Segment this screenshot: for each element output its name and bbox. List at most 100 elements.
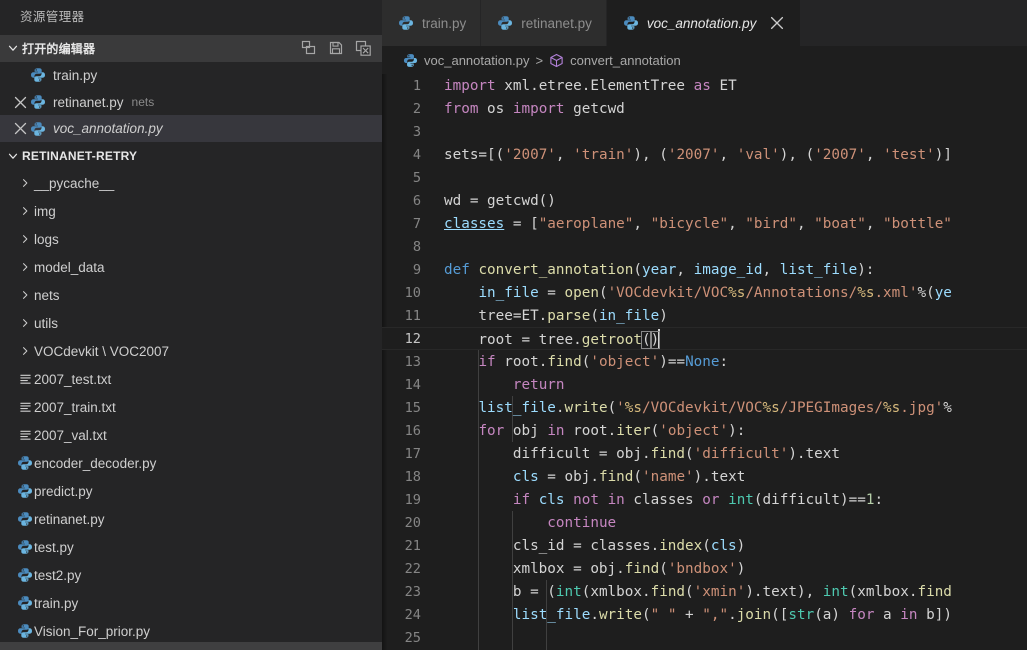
code-line: 8 [382,235,1027,258]
python-file-icon [16,455,34,471]
chevron-right-icon [16,345,34,357]
code-line: 25 [382,626,1027,649]
line-number: 3 [412,123,421,140]
tree-row[interactable]: retinanet.py [0,505,382,533]
breadcrumb-symbol-label: convert_annotation [570,52,681,68]
tree-item-label: 2007_train.txt [34,399,116,415]
file-tree: __pycache__ img logs model_data nets uti… [0,169,382,643]
code-editor[interactable]: 1 import xml.etree.ElementTree as ET 2 f… [382,74,1027,650]
python-file-icon [30,67,46,83]
tab-bar-empty-space [801,0,1027,46]
new-untitled-file-icon[interactable] [301,40,318,57]
save-all-icon[interactable] [328,40,345,57]
tree-item-label: img [34,203,56,219]
open-editor-row-voc-annotation[interactable]: voc_annotation.py [0,115,382,143]
line-content: cls = obj.find('name').text [512,468,746,485]
open-editor-description: nets [131,95,155,110]
tree-row[interactable]: test.py [0,533,382,561]
tree-row[interactable]: predict.py [0,477,382,505]
tree-item-label: 2007_val.txt [34,427,107,443]
tab-label: voc_annotation.py [646,15,757,31]
tree-item-label: utils [34,315,59,331]
line-number: 7 [412,215,421,232]
code-line: 1 import xml.etree.ElementTree as ET [382,74,1027,97]
close-icon[interactable] [10,122,30,135]
tree-row[interactable]: utils [0,309,382,337]
tree-row[interactable]: model_data [0,253,382,281]
chevron-down-icon [4,147,22,165]
line-content: continue [547,514,617,531]
close-all-editors-icon[interactable] [355,40,372,57]
line-content: xmlbox = obj.find('bndbox') [444,560,746,577]
open-editors-label: 打开的编辑器 [22,41,96,56]
code-line: 24 list_file.write(" " + ",".join([str(a… [382,603,1027,626]
chevron-right-icon [16,261,34,273]
open-editor-row-retinanet[interactable]: retinanet.py nets [0,89,382,116]
line-number: 19 [404,491,421,508]
chevron-right-icon [16,177,34,189]
tree-item-label: predict.py [34,483,93,499]
tree-row[interactable]: encoder_decoder.py [0,449,382,477]
editor-tab-bar: train.py retinanet.py voc_annotation.py [382,0,1027,46]
code-line: 3 [382,120,1027,143]
tab-label: train.py [422,15,467,31]
tree-row[interactable]: train.py [0,589,382,617]
line-number: 21 [404,537,421,554]
tab-retinanet-py[interactable]: retinanet.py [481,0,607,46]
tree-row[interactable]: __pycache__ [0,169,382,197]
line-content: in_file = open('VOCdevkit/VOC%s/Annotati… [478,284,952,301]
tree-row[interactable]: nets [0,281,382,309]
tree-row[interactable]: VOCdevkit \ VOC2007 [0,337,382,365]
close-icon[interactable] [768,14,786,32]
tree-item-label: logs [34,231,59,247]
python-file-icon [16,595,34,611]
line-number: 20 [404,514,421,531]
tree-item-label: retinanet.py [34,511,105,527]
sidebar-bottom-bar [0,642,382,650]
tree-row[interactable]: 2007_test.txt [0,365,382,393]
line-number: 10 [404,284,421,301]
code-line: 9 def convert_annotation(year, image_id,… [382,258,1027,281]
tree-row[interactable]: 2007_train.txt [0,393,382,421]
line-content: if root.find('object')==None: [478,353,729,370]
line-number: 8 [412,238,421,255]
line-number: 2 [412,100,421,117]
tree-row[interactable]: Vision_For_prior.py [0,617,382,642]
code-line: 5 [382,166,1027,189]
line-content: sets=[('2007', 'train'), ('2007', 'val')… [444,146,952,163]
chevron-right-icon [16,289,34,301]
open-editor-row-train[interactable]: train.py [0,62,382,89]
tree-row[interactable]: logs [0,225,382,253]
tree-row[interactable]: test2.py [0,561,382,589]
tree-row[interactable]: img [0,197,382,225]
line-number: 18 [404,468,421,485]
code-line: 2 from os import getcwd [382,97,1027,120]
symbol-method-icon [549,53,564,68]
open-editor-name: retinanet.py [53,94,124,110]
breadcrumb-file[interactable]: voc_annotation.py [403,53,530,68]
project-section-header[interactable]: RETINANET-RETRY [0,142,382,169]
code-line: 14 return [382,373,1027,396]
text-file-icon [16,400,34,415]
python-file-icon [403,53,418,68]
python-file-icon [497,15,513,31]
open-editor-name: train.py [53,67,98,83]
tab-train-py[interactable]: train.py [382,0,482,46]
close-icon[interactable] [10,96,30,109]
line-content: classes = ["aeroplane", "bicycle", "bird… [444,215,952,232]
line-number: 6 [412,192,421,209]
breadcrumb-symbol[interactable]: convert_annotation [549,53,681,68]
line-number: 22 [404,560,421,577]
tree-row[interactable]: 2007_val.txt [0,421,382,449]
line-number: 16 [404,422,421,439]
tab-voc-annotation-py[interactable]: voc_annotation.py [606,0,802,46]
code-line: 4 sets=[('2007', 'train'), ('2007', 'val… [382,143,1027,166]
breadcrumb-file-label: voc_annotation.py [424,52,530,68]
line-number: 23 [404,583,421,600]
open-editors-section-header[interactable]: 打开的编辑器 [0,35,382,62]
code-line: 16 for obj in root.iter('object'): [382,419,1027,442]
line-content: list_file.write(" " + ",".join([str(a) f… [512,606,952,623]
text-file-icon [16,372,34,387]
line-content: def convert_annotation(year, image_id, l… [444,261,875,278]
line-number: 5 [412,169,421,186]
